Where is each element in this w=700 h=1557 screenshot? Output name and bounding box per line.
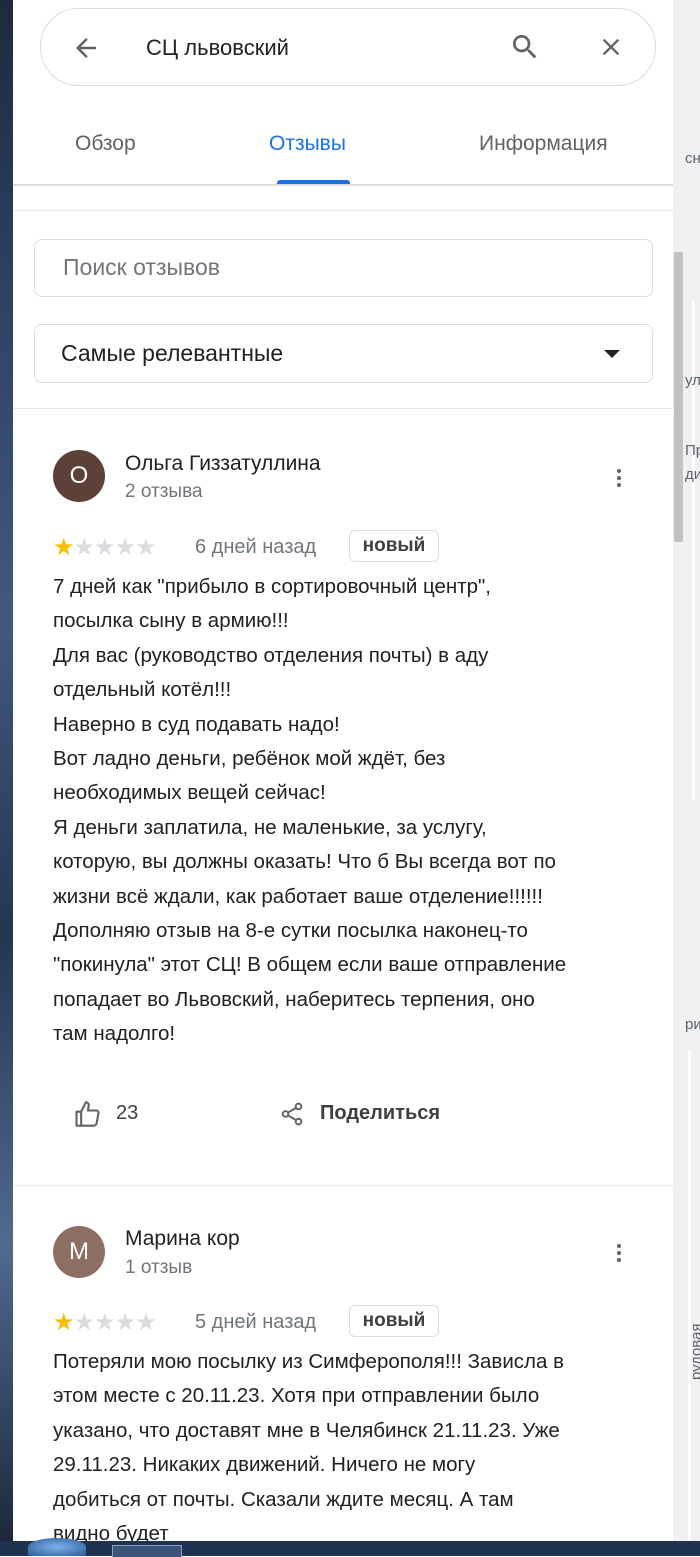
start-button[interactable] <box>28 1538 86 1556</box>
share-icon[interactable] <box>279 1100 305 1128</box>
review-date: 6 дней назад <box>195 536 317 558</box>
map-road <box>688 1050 691 1550</box>
tab-overview[interactable]: Обзор <box>75 132 136 156</box>
new-badge: новый <box>349 530 439 562</box>
more-vert-icon[interactable] <box>613 1241 625 1269</box>
map-label: ди <box>685 466 700 483</box>
divider <box>13 408 673 409</box>
like-count[interactable]: 23 <box>116 1102 138 1125</box>
map-strip[interactable]: сн ул Пр ди ри рудовая <box>684 0 700 1556</box>
tab-bar: Обзор Отзывы Информация <box>13 120 673 184</box>
tabs-divider <box>13 184 673 187</box>
map-label: сн <box>685 150 700 167</box>
taskbar <box>0 1541 700 1556</box>
arrow-back-icon[interactable] <box>71 33 101 63</box>
map-label: ри <box>685 1016 700 1033</box>
review-text: Потеряли мою посылку из Симферополя!!! З… <box>53 1350 564 1546</box>
place-panel: СЦ львовский Обзор Отзывы Информация Сам… <box>13 0 673 1556</box>
divider <box>13 1185 673 1186</box>
more-vert-icon[interactable] <box>613 466 625 494</box>
close-icon[interactable] <box>597 33 625 61</box>
map-label: рудовая <box>688 1323 700 1380</box>
share-button[interactable]: Поделиться <box>320 1102 440 1125</box>
scrollbar-track[interactable] <box>673 0 684 1556</box>
search-query[interactable]: СЦ львовский <box>146 35 289 61</box>
map-label: Пр <box>685 442 700 459</box>
caret-down-icon <box>604 350 620 358</box>
review-date: 5 дней назад <box>195 1311 317 1333</box>
search-box[interactable]: СЦ львовский <box>40 8 656 86</box>
sort-dropdown[interactable]: Самые релевантные <box>34 324 653 383</box>
taskbar-item[interactable] <box>112 1545 182 1557</box>
tab-reviews[interactable]: Отзывы <box>269 132 346 156</box>
star-rating: ★★★★★ <box>53 1309 157 1336</box>
review-search-input[interactable] <box>61 253 625 282</box>
review-author-count[interactable]: 2 отзыва <box>125 481 203 503</box>
tab-info[interactable]: Информация <box>479 132 608 156</box>
sort-selected-label: Самые релевантные <box>61 340 284 366</box>
desktop-background <box>0 0 13 1556</box>
review-author-count[interactable]: 1 отзыв <box>125 1257 192 1279</box>
review-author[interactable]: Ольга Гиззатуллина <box>125 452 321 476</box>
search-icon[interactable] <box>509 31 541 63</box>
avatar[interactable]: О <box>53 450 105 502</box>
thumb-up-icon[interactable] <box>73 1100 101 1128</box>
new-badge: новый <box>349 1305 439 1337</box>
review-author[interactable]: Марина кор <box>125 1227 240 1251</box>
star-rating: ★★★★★ <box>53 534 157 561</box>
divider <box>13 210 673 211</box>
review-text: 7 дней как "прибыло в сортировочный цент… <box>53 575 567 1046</box>
review-search-field[interactable] <box>34 239 653 297</box>
scrollbar-thumb[interactable] <box>674 252 683 542</box>
avatar[interactable]: М <box>53 1226 105 1278</box>
map-label: ул <box>685 372 700 389</box>
